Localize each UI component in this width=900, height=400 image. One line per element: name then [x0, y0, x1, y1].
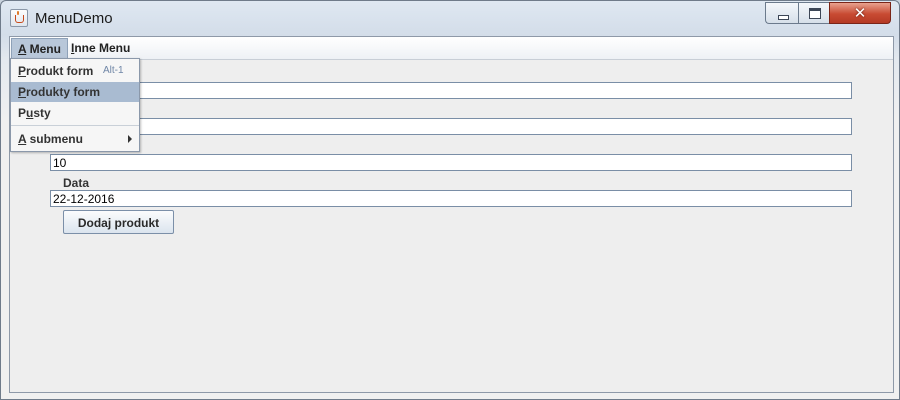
- java-icon-cup: [15, 15, 24, 23]
- menu-item-a-submenu[interactable]: A submenu: [11, 129, 139, 149]
- menu-item-mnemonic: P: [18, 85, 27, 99]
- menu-item-label: Pusty: [18, 103, 51, 123]
- minimize-button[interactable]: [765, 2, 799, 24]
- menu-a-mnemonic: A: [18, 42, 27, 56]
- menu-item-accelerator: Alt-1: [103, 65, 124, 76]
- menu-item-label: A submenu: [18, 129, 83, 149]
- minimize-icon: [778, 15, 789, 20]
- menu-a-label: Menu: [26, 42, 61, 56]
- form-field-1[interactable]: [50, 82, 852, 99]
- add-product-button[interactable]: Dodaj produkt: [63, 210, 174, 234]
- menu-item-produkty-form[interactable]: Produkty form: [11, 82, 139, 102]
- content-pane: A Menu Inne Menu 10 Data 22-12-2016 Doda…: [9, 36, 894, 393]
- window-title: MenuDemo: [35, 10, 113, 27]
- close-icon: ✕: [853, 4, 867, 22]
- title-bar[interactable]: MenuDemo ✕: [1, 1, 899, 35]
- menu-item-mnemonic: A: [18, 132, 27, 146]
- close-button[interactable]: ✕: [829, 2, 891, 24]
- menu-item-label: Produkt form: [18, 61, 93, 81]
- java-app-icon[interactable]: [10, 9, 28, 27]
- app-window: MenuDemo ✕ A Menu Inne Menu 10 Data 22-1…: [0, 0, 900, 400]
- menu-item-label-rest: rodukt form: [26, 64, 94, 78]
- quantity-field[interactable]: 10: [50, 154, 852, 171]
- date-label: Data: [63, 176, 90, 190]
- date-field[interactable]: 22-12-2016: [50, 190, 852, 207]
- menu-item-label-pre: P: [18, 106, 27, 120]
- menu-separator: [11, 125, 139, 126]
- menu-item-produkt-form[interactable]: Produkt form Alt-1: [11, 61, 139, 81]
- menu-item-label-rest: submenu: [26, 132, 83, 146]
- maximize-button[interactable]: [798, 2, 830, 24]
- menu-a[interactable]: A Menu: [11, 38, 68, 60]
- menu-inne[interactable]: Inne Menu: [65, 38, 136, 58]
- menu-bar: A Menu Inne Menu: [10, 37, 893, 60]
- a-menu-popup: Produkt form Alt-1 Produkty form Pusty A…: [10, 58, 140, 152]
- menu-item-label-rest: rodukty form: [26, 85, 101, 99]
- maximize-icon: [809, 8, 821, 19]
- submenu-arrow-icon: [128, 135, 132, 143]
- form-field-2[interactable]: [50, 118, 852, 135]
- menu-item-mnemonic: P: [18, 64, 27, 78]
- menu-inne-label: nne Menu: [74, 41, 131, 55]
- menu-item-label-rest: sty: [33, 106, 51, 120]
- menu-item-label: Produkty form: [18, 82, 100, 102]
- menu-item-pusty[interactable]: Pusty: [11, 103, 139, 123]
